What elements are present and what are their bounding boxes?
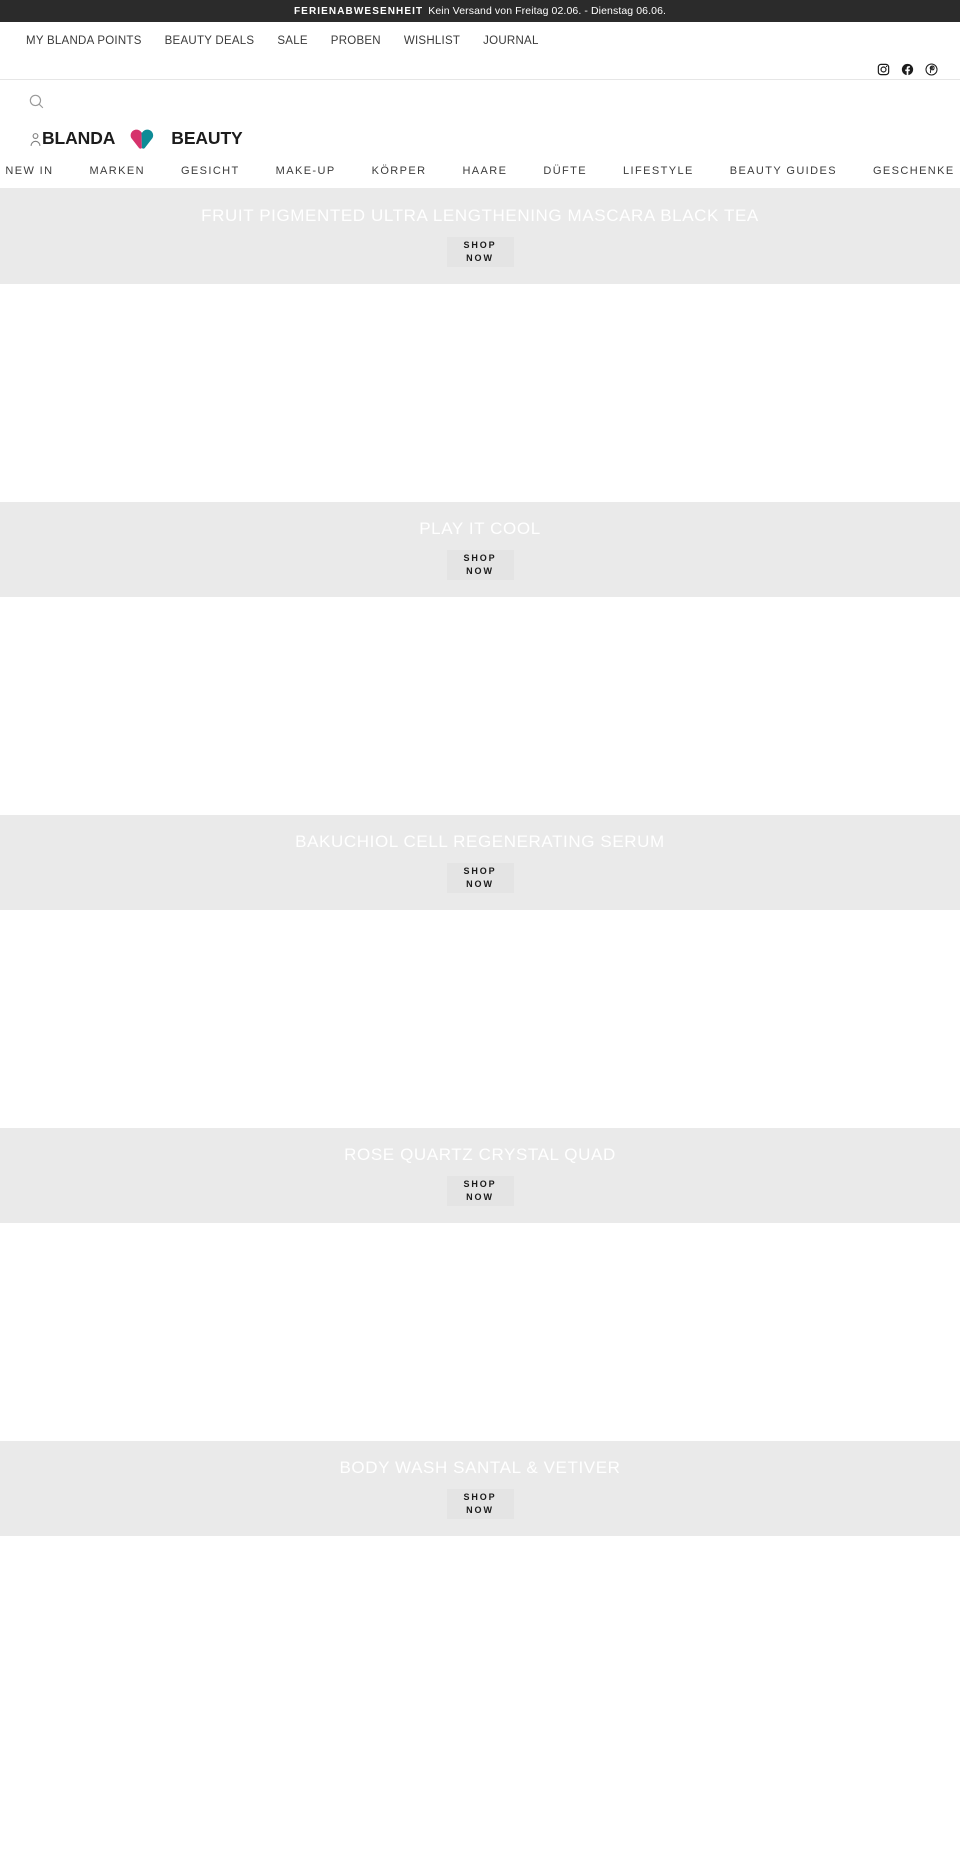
hero-banner-3[interactable]: BAKUCHIOL CELL REGENERATING SERUM SHOP N… [0, 815, 960, 910]
shop-now-line2: NOW [466, 1504, 494, 1515]
utility-nav-item-my-blanda-points[interactable]: MY BLANDA POINTS [26, 35, 142, 47]
hero-spacer-4 [0, 1223, 960, 1441]
main-nav-item-beauty-guides[interactable]: BEAUTY GUIDES [730, 165, 837, 177]
logo-word-left: BLANDA [42, 128, 116, 149]
shop-now-button[interactable]: SHOP NOW [446, 236, 514, 267]
main-nav-item-haare[interactable]: HAARE [462, 165, 507, 177]
shop-now-line2: NOW [466, 878, 494, 889]
logo-word-right: BEAUTY [171, 128, 243, 149]
hero-title: BODY WASH SANTAL & VETIVER [339, 1458, 621, 1478]
shop-now-line1: SHOP [463, 865, 497, 876]
social-links [0, 60, 960, 80]
announcement-bar: FERIENABWESENHEIT Kein Versand von Freit… [0, 0, 960, 22]
hero-banner-5[interactable]: BODY WASH SANTAL & VETIVER SHOP NOW [0, 1441, 960, 1536]
shop-now-line2: NOW [466, 1191, 494, 1202]
person-icon [30, 132, 41, 147]
main-nav-item-new-in[interactable]: NEW IN [5, 165, 53, 177]
site-logo[interactable]: BLANDA BEAUTY [30, 129, 243, 150]
logo-row: BLANDA BEAUTY [0, 122, 960, 156]
search-icon[interactable] [26, 91, 46, 111]
shop-now-button[interactable]: SHOP NOW [446, 1175, 514, 1206]
utility-nav: MY BLANDA POINTS BEAUTY DEALS SALE PROBE… [0, 22, 960, 60]
announcement-strong: FERIENABWESENHEIT [293, 5, 424, 17]
hero-banner-4[interactable]: ROSE QUARTZ CRYSTAL QUAD SHOP NOW [0, 1128, 960, 1223]
hero-spacer-5 [0, 1536, 960, 1616]
hero-title: ROSE QUARTZ CRYSTAL QUAD [344, 1145, 616, 1165]
shop-now-button[interactable]: SHOP NOW [446, 549, 514, 580]
hero-banner-1[interactable]: FRUIT PIGMENTED ULTRA LENGTHENING MASCAR… [0, 189, 960, 284]
hero-banner-2[interactable]: PLAY IT COOL SHOP NOW [0, 502, 960, 597]
main-nav: NEW IN MARKEN GESICHT MAKE-UP KÖRPER HAA… [0, 156, 960, 189]
shop-now-line1: SHOP [463, 1178, 497, 1189]
hero-title: FRUIT PIGMENTED ULTRA LENGTHENING MASCAR… [201, 206, 759, 226]
instagram-icon[interactable] [877, 63, 890, 76]
hero-spacer-2 [0, 597, 960, 815]
shop-now-button[interactable]: SHOP NOW [446, 862, 514, 893]
announcement-text: Kein Versand von Freitag 02.06. - Dienst… [428, 5, 667, 17]
utility-nav-item-proben[interactable]: PROBEN [331, 35, 381, 47]
utility-nav-item-journal[interactable]: JOURNAL [483, 35, 538, 47]
main-nav-item-make-up[interactable]: MAKE-UP [276, 165, 336, 177]
utility-nav-item-sale[interactable]: SALE [277, 35, 307, 47]
hearts-icon [123, 129, 163, 150]
pinterest-icon[interactable] [925, 63, 938, 76]
main-nav-item-gesicht[interactable]: GESICHT [181, 165, 240, 177]
hero-title: BAKUCHIOL CELL REGENERATING SERUM [295, 832, 665, 852]
main-nav-item-duefte[interactable]: DÜFTE [543, 165, 587, 177]
shop-now-line1: SHOP [463, 1491, 497, 1502]
hero-spacer-3 [0, 910, 960, 1128]
shop-now-line2: NOW [466, 252, 494, 263]
shop-now-line1: SHOP [463, 239, 497, 250]
hero-title: PLAY IT COOL [419, 519, 541, 539]
shop-now-button[interactable]: SHOP NOW [446, 1488, 514, 1519]
facebook-icon[interactable] [901, 63, 914, 76]
shop-now-line1: SHOP [463, 552, 497, 563]
utility-nav-item-wishlist[interactable]: WISHLIST [404, 35, 460, 47]
search-bar [0, 80, 960, 122]
shop-now-line2: NOW [466, 565, 494, 576]
utility-nav-item-beauty-deals[interactable]: BEAUTY DEALS [165, 35, 255, 47]
main-nav-item-lifestyle[interactable]: LIFESTYLE [623, 165, 694, 177]
hero-spacer-1 [0, 284, 960, 502]
main-nav-item-geschenke[interactable]: GESCHENKE [873, 165, 955, 177]
main-nav-item-marken[interactable]: MARKEN [89, 165, 144, 177]
main-nav-item-koerper[interactable]: KÖRPER [372, 165, 427, 177]
